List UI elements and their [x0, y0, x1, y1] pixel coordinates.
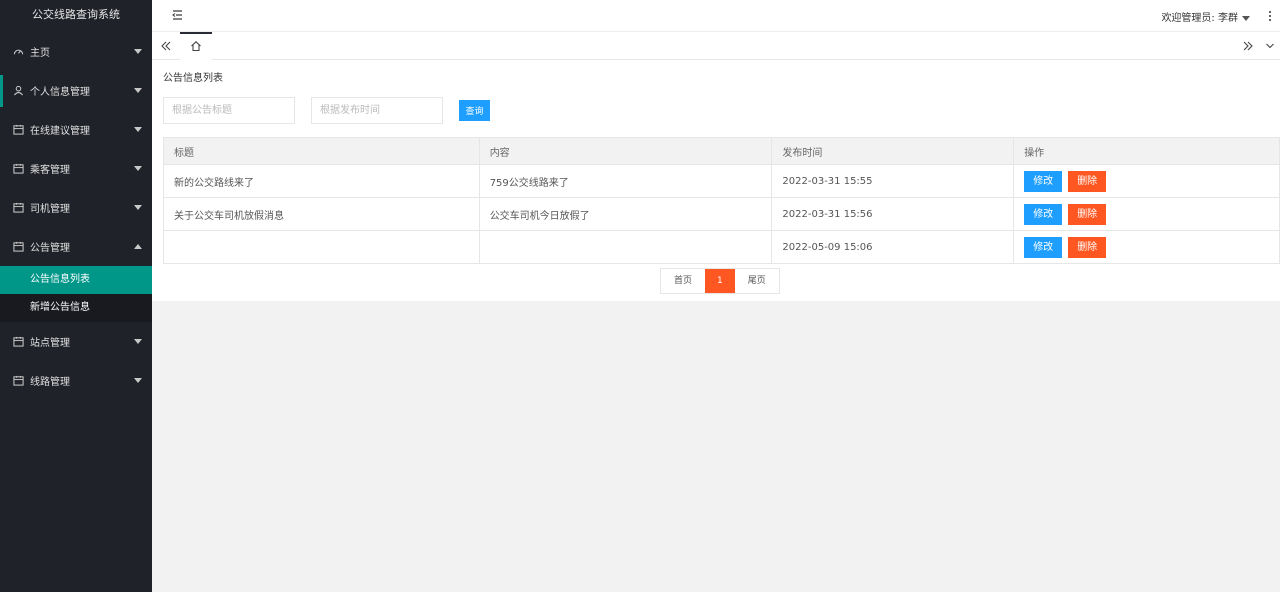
- search-button[interactable]: 查询: [459, 100, 490, 121]
- sidebar-item-label: 站点管理: [30, 338, 70, 349]
- caret-down-icon: [1242, 15, 1250, 21]
- calendar-icon: [12, 124, 24, 136]
- table-row: 关于公交车司机放假消息 公交车司机今日放假了 2022-03-31 15:56 …: [163, 197, 1280, 231]
- calendar-icon: [12, 375, 24, 387]
- sidebar-item-stations[interactable]: 站点管理: [0, 322, 152, 361]
- sidebar-item-label: 乘客管理: [30, 165, 70, 176]
- chevron-down-icon: [134, 127, 142, 132]
- top-header: 欢迎管理员: 李群: [152, 0, 1280, 32]
- sidebar-item-label: 个人信息管理: [30, 87, 90, 98]
- delete-button[interactable]: 删除: [1068, 170, 1107, 192]
- calendar-icon: [12, 336, 24, 348]
- page-tabs: [152, 32, 1280, 60]
- chevron-down-icon: [134, 378, 142, 383]
- edit-button[interactable]: 修改: [1024, 236, 1063, 258]
- chevron-down-icon: [134, 88, 142, 93]
- user-menu[interactable]: 欢迎管理员: 李群: [1161, 9, 1250, 24]
- delete-button[interactable]: 删除: [1068, 236, 1107, 258]
- table-header-row: 标题 内容 发布时间 操作: [163, 137, 1280, 165]
- cell-title: [163, 230, 480, 264]
- table-row: 2022-05-09 15:06 修改 删除: [163, 230, 1280, 264]
- cell-time: 2022-03-31 15:56: [771, 197, 1015, 231]
- cell-time: 2022-03-31 15:55: [771, 164, 1015, 198]
- sidebar-subitem-notice-list[interactable]: 公告信息列表: [0, 266, 152, 294]
- search-time-input[interactable]: [311, 97, 443, 124]
- table-row: 新的公交路线来了 759公交线路来了 2022-03-31 15:55 修改 删除: [163, 164, 1280, 198]
- pager-first-button[interactable]: 首页: [661, 269, 706, 293]
- cell-title: 新的公交路线来了: [163, 164, 480, 198]
- cell-actions: 修改 删除: [1013, 164, 1280, 198]
- app-title: 公交线路查询系统: [32, 8, 120, 21]
- sidebar-subnav-notices: 公告信息列表 新增公告信息: [0, 266, 152, 322]
- more-vertical-icon[interactable]: [1266, 9, 1274, 23]
- home-icon: [190, 40, 202, 55]
- tabs-menu-chevron-down-icon[interactable]: [1260, 32, 1280, 60]
- edit-button[interactable]: 修改: [1024, 203, 1063, 225]
- dashboard-icon: [12, 46, 24, 58]
- user-icon: [12, 85, 24, 97]
- cell-title: 关于公交车司机放假消息: [163, 197, 480, 231]
- sidebar-item-notices[interactable]: 公告管理: [0, 227, 152, 266]
- sidebar-subitem-add-notice[interactable]: 新增公告信息: [0, 294, 152, 322]
- user-label: 欢迎管理员: 李群: [1161, 13, 1238, 24]
- pagination: 首页 1 尾页: [660, 268, 780, 294]
- cell-time: 2022-05-09 15:06: [771, 230, 1015, 264]
- calendar-icon: [12, 241, 24, 253]
- notice-table: 标题 内容 发布时间 操作 新的公交路线来了 759公交线路来了 2022-03…: [163, 137, 1280, 264]
- cell-actions: 修改 删除: [1013, 197, 1280, 231]
- chevron-down-icon: [134, 166, 142, 171]
- sidebar-item-home[interactable]: 主页: [0, 32, 152, 71]
- tabs-scroll-right-icon[interactable]: [1236, 32, 1260, 60]
- column-header-title[interactable]: 标题: [163, 137, 480, 165]
- chevron-down-icon: [134, 49, 142, 54]
- sidebar-item-label: 在线建议管理: [30, 126, 90, 137]
- cell-actions: 修改 删除: [1013, 230, 1280, 264]
- cell-content: 公交车司机今日放假了: [478, 197, 773, 231]
- sidebar: 公交线路查询系统 主页 个人信息管理 在线建议管理 乘客管理 司机管理 公告管理…: [0, 0, 152, 592]
- cell-content: 759公交线路来了: [478, 164, 773, 198]
- search-title-input[interactable]: [163, 97, 295, 124]
- chevron-up-icon: [134, 244, 142, 249]
- column-header-time[interactable]: 发布时间: [771, 137, 1015, 165]
- sidebar-item-label: 线路管理: [30, 377, 70, 388]
- pager-current-page[interactable]: 1: [705, 269, 735, 293]
- sidebar-toggle-icon[interactable]: [170, 8, 184, 22]
- pager-last-button[interactable]: 尾页: [734, 269, 779, 293]
- tab-home[interactable]: [180, 32, 212, 60]
- sidebar-item-label: 公告管理: [30, 243, 70, 254]
- sidebar-item-label: 主页: [30, 48, 50, 59]
- tabs-scroll-left-icon[interactable]: [152, 32, 180, 60]
- sidebar-item-profile[interactable]: 个人信息管理: [0, 71, 152, 110]
- column-header-actions: 操作: [1013, 137, 1280, 165]
- column-header-content[interactable]: 内容: [478, 137, 773, 165]
- sidebar-item-routes[interactable]: 线路管理: [0, 361, 152, 400]
- edit-button[interactable]: 修改: [1024, 170, 1063, 192]
- sidebar-item-drivers[interactable]: 司机管理: [0, 188, 152, 227]
- calendar-icon: [12, 202, 24, 214]
- cell-content: [478, 230, 773, 264]
- content-card: 公告信息列表 查询 标题 内容 发布时间 操作 新的公交路线来了 759公交线路…: [152, 60, 1280, 301]
- sidebar-item-suggestions[interactable]: 在线建议管理: [0, 110, 152, 149]
- sidebar-item-passengers[interactable]: 乘客管理: [0, 149, 152, 188]
- calendar-icon: [12, 163, 24, 175]
- chevron-down-icon: [134, 339, 142, 344]
- chevron-down-icon: [134, 205, 142, 210]
- delete-button[interactable]: 删除: [1068, 203, 1107, 225]
- page-title: 公告信息列表: [163, 73, 223, 84]
- sidebar-item-label: 司机管理: [30, 204, 70, 215]
